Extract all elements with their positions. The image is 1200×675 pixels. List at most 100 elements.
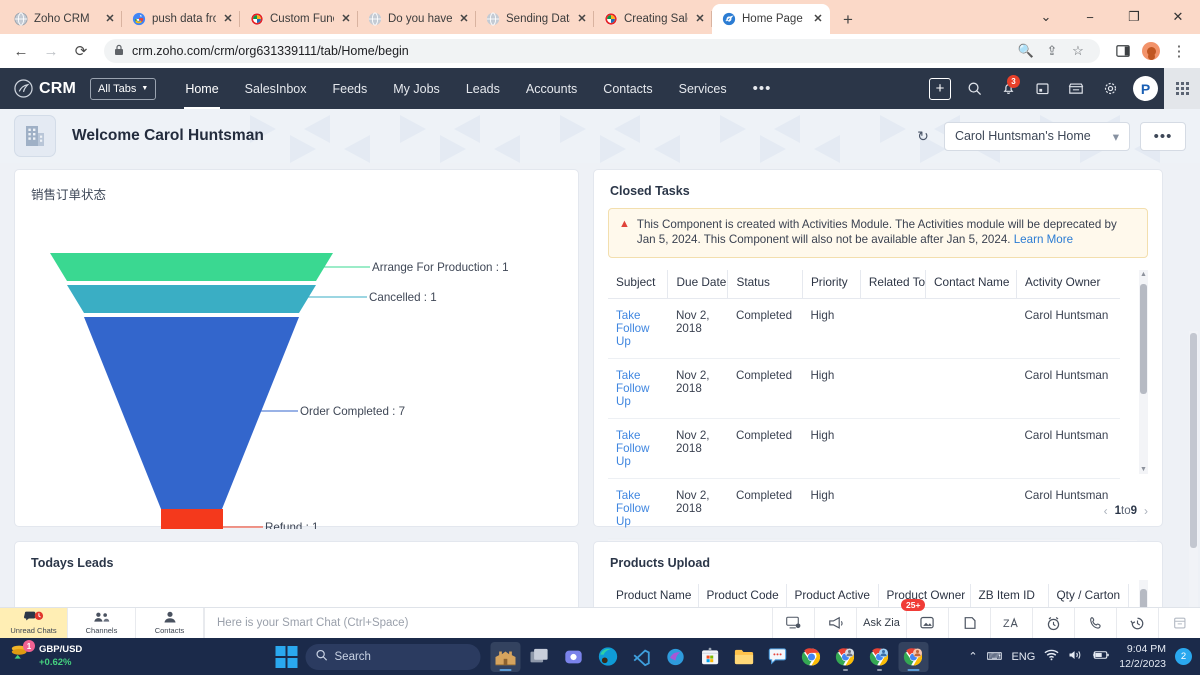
calendar-icon[interactable] <box>1025 68 1059 109</box>
new-tab-button[interactable]: + <box>834 6 862 34</box>
minimize-button[interactable]: − <box>1068 0 1112 34</box>
castle-app[interactable] <box>490 641 521 672</box>
table-row[interactable]: Take Follow Up Nov 2, 2018 Completed Hig… <box>608 298 1120 359</box>
table-row[interactable]: Take Follow Up Nov 2, 2018 Completed Hig… <box>608 418 1120 479</box>
column-header-due-date[interactable]: Due Date <box>667 269 729 299</box>
notification-center-badge[interactable]: 2 <box>1175 648 1192 665</box>
table-vertical-scrollbar[interactable]: ▲ ▼ <box>1139 269 1148 474</box>
zoom-search-icon[interactable]: 🔍 <box>1014 39 1038 63</box>
search-icon[interactable] <box>957 68 991 109</box>
scroll-down-arrow-icon[interactable]: ▼ <box>1139 466 1148 473</box>
keyboard-icon[interactable]: ⌨ <box>987 650 1003 663</box>
bookmark-icon[interactable] <box>948 608 990 638</box>
reminder-clock-icon[interactable] <box>1032 608 1074 638</box>
chrome-menu-icon[interactable]: ⋮ <box>1166 38 1192 64</box>
browser-tab[interactable]: Creating Sales O ✕ <box>594 4 712 34</box>
cell-subject[interactable]: Take Follow Up <box>608 418 668 479</box>
learn-more-link[interactable]: Learn More <box>1014 233 1073 246</box>
browser-tab[interactable]: Do you have Del ✕ <box>358 4 476 34</box>
scroll-up-arrow-icon[interactable]: ▲ <box>1139 271 1148 278</box>
tab-search-icon[interactable]: ⌄ <box>1024 0 1068 34</box>
ask-zia-button[interactable]: Ask Zia <box>856 608 906 638</box>
browser-tab[interactable]: Zoho CRM ✕ <box>4 4 122 34</box>
chrome-profile-1[interactable] <box>831 642 861 672</box>
pagination-prev-icon[interactable]: ‹ <box>1104 504 1108 518</box>
edge-browser[interactable] <box>593 642 623 672</box>
tab-close-icon[interactable]: ✕ <box>104 13 116 25</box>
chrome-profile-2[interactable] <box>865 642 895 672</box>
history-icon[interactable] <box>1116 608 1158 638</box>
taskbar-clock[interactable]: 9:04 PM 12/2/2023 <box>1119 642 1166 670</box>
battery-icon[interactable] <box>1092 649 1110 664</box>
column-header-priority[interactable]: Priority <box>802 269 861 299</box>
nav-item-accounts[interactable]: Accounts <box>513 68 590 109</box>
share-icon[interactable]: ⇪ <box>1040 39 1064 63</box>
browser-tab[interactable]: Sending Data fro ✕ <box>476 4 594 34</box>
column-header-subject[interactable]: Subject <box>608 269 669 299</box>
nav-item-more[interactable]: ••• <box>740 68 785 109</box>
tab-close-icon[interactable]: ✕ <box>694 13 706 25</box>
column-header-status[interactable]: Status <box>727 269 803 299</box>
column-header-activity-owner[interactable]: Activity Owner <box>1016 269 1120 299</box>
microsoft-store[interactable] <box>695 642 725 672</box>
contacts-tab[interactable]: Contacts <box>136 608 204 638</box>
language-indicator[interactable]: ENG <box>1011 651 1035 663</box>
more-options-button[interactable]: ••• <box>1140 121 1186 151</box>
smart-chat-input[interactable]: Here is your Smart Chat (Ctrl+Space) <box>204 608 772 638</box>
chat-app[interactable] <box>763 642 793 672</box>
column-header-zb-item-id[interactable]: ZB Item ID <box>970 584 1049 607</box>
file-explorer[interactable] <box>729 642 759 672</box>
copilot-app[interactable] <box>661 642 691 672</box>
tab-close-icon[interactable]: ✕ <box>458 13 470 25</box>
profile-avatar[interactable] <box>1138 38 1164 64</box>
table-row[interactable]: Take Follow Up Nov 2, 2018 Completed Hig… <box>608 478 1120 539</box>
archive-icon[interactable] <box>1158 608 1200 638</box>
maximize-button[interactable]: ❐ <box>1112 0 1156 34</box>
cell-subject[interactable]: Take Follow Up <box>608 478 668 539</box>
task-view[interactable] <box>525 642 555 672</box>
cell-subject[interactable]: Take Follow Up <box>608 358 668 419</box>
nav-item-feeds[interactable]: Feeds <box>320 68 381 109</box>
nav-item-leads[interactable]: Leads <box>453 68 513 109</box>
forward-icon[interactable]: → <box>38 38 64 64</box>
vertical-scroll-thumb[interactable] <box>1140 283 1147 394</box>
column-header-product-name[interactable]: Product Name <box>608 584 699 607</box>
vscode-app[interactable] <box>627 642 657 672</box>
screen-share-icon[interactable] <box>772 608 814 638</box>
wifi-icon[interactable] <box>1044 649 1059 664</box>
settings-gear-icon[interactable] <box>1093 68 1127 109</box>
close-window-button[interactable]: ✕ <box>1156 0 1200 34</box>
reload-icon[interactable]: ⟳ <box>68 38 94 64</box>
crm-logo[interactable]: CRM <box>14 79 76 98</box>
bookmark-star-icon[interactable]: ☆ <box>1066 39 1090 63</box>
channels-tab[interactable]: Channels <box>68 608 136 638</box>
column-header-contact-name[interactable]: Contact Name <box>925 269 1018 299</box>
start-button[interactable] <box>272 642 302 672</box>
table-row[interactable]: Take Follow Up Nov 2, 2018 Completed Hig… <box>608 358 1120 419</box>
volume-icon[interactable] <box>1068 649 1083 664</box>
refresh-icon[interactable]: ↻ <box>912 125 934 147</box>
user-avatar[interactable]: P <box>1133 76 1158 101</box>
add-record-button[interactable]: + <box>923 68 957 109</box>
address-bar[interactable]: crm.zoho.com/crm/org631339111/tab/Home/b… <box>104 39 1100 63</box>
marketplace-icon[interactable] <box>1059 68 1093 109</box>
chrome-browser[interactable] <box>797 642 827 672</box>
zia-icon[interactable]: Z <box>990 608 1032 638</box>
column-header-product-code[interactable]: Product Code <box>698 584 787 607</box>
nav-item-services[interactable]: Services <box>666 68 740 109</box>
notifications-bell-icon[interactable]: 3 <box>991 68 1025 109</box>
cell-subject[interactable]: Take Follow Up <box>608 298 668 359</box>
dashboard-scrollbar[interactable] <box>1189 331 1198 607</box>
vertical-scroll-thumb[interactable] <box>1140 589 1147 607</box>
teams-app[interactable] <box>559 642 589 672</box>
tray-chevron-icon[interactable]: ⌃ <box>968 650 977 663</box>
column-header-product-active[interactable]: Product Active <box>786 584 879 607</box>
chrome-profile-3[interactable] <box>898 641 929 672</box>
tab-close-icon[interactable]: ✕ <box>812 13 824 25</box>
all-tabs-dropdown[interactable]: All Tabs ▼ <box>90 77 157 100</box>
image-icon[interactable]: 25+ <box>901 599 948 638</box>
taskbar-search[interactable]: Search <box>305 643 481 670</box>
products-vertical-scrollbar[interactable] <box>1139 580 1148 607</box>
nav-item-salesinbox[interactable]: SalesInbox <box>232 68 320 109</box>
nav-item-my-jobs[interactable]: My Jobs <box>380 68 453 109</box>
